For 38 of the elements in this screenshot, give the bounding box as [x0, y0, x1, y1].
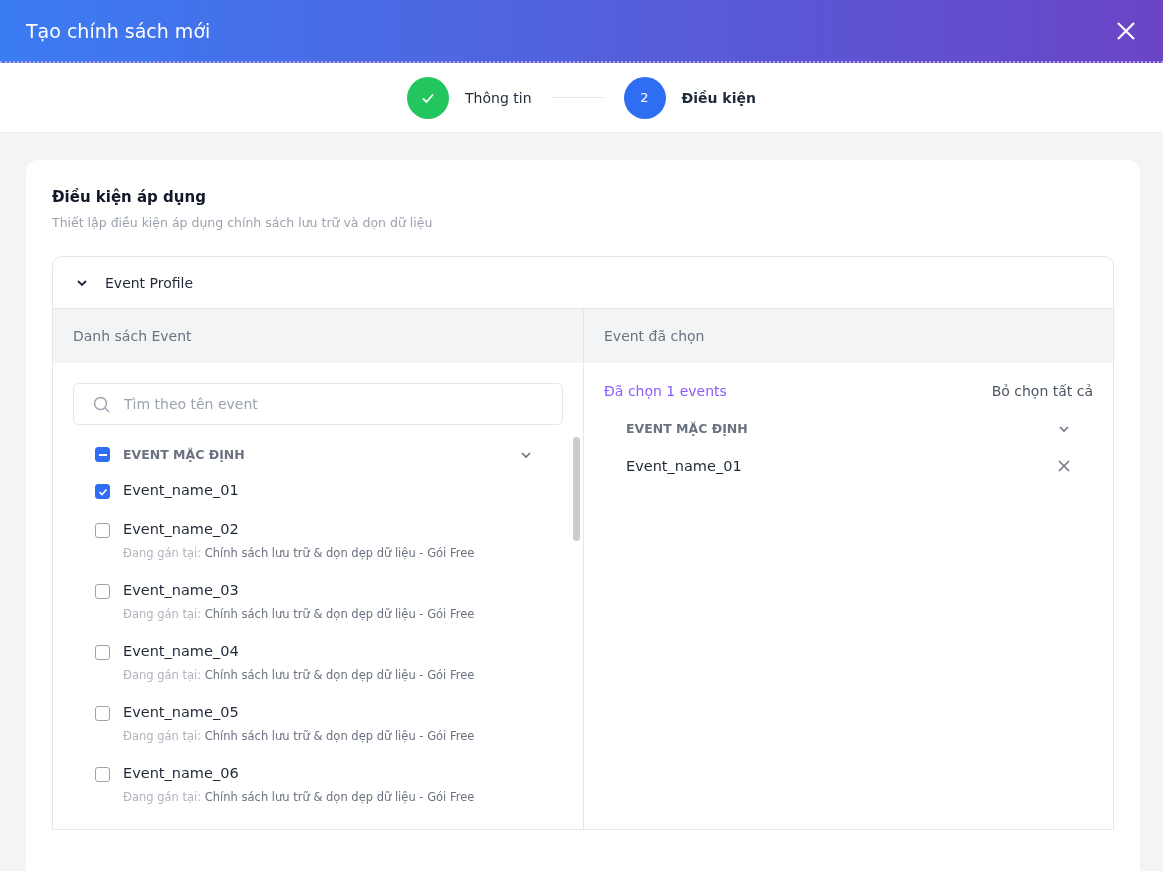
checkbox[interactable] [95, 523, 110, 538]
search-field[interactable]: Tìm theo tên event [73, 383, 563, 425]
group-label: EVENT MẶC ĐỊNH [123, 447, 246, 462]
minus-icon [98, 453, 107, 456]
remove-icon[interactable] [1057, 459, 1071, 473]
assigned-policy-text: Đang gán tại: Chính sách lưu trữ & dọn dẹp dữ liệu - Gói Free [123, 607, 475, 621]
search-icon [93, 396, 110, 413]
event-name: Event_name_01 [626, 458, 742, 474]
scrollbar-thumb[interactable] [573, 437, 580, 541]
checkbox[interactable] [95, 645, 110, 660]
assigned-policy-text: Đang gán tại: Chính sách lưu trữ & dọn dẹp dữ liệu - Gói Free [123, 546, 475, 560]
column-header: Danh sách Event [53, 309, 583, 363]
checkbox[interactable] [95, 706, 110, 721]
checkbox[interactable] [95, 484, 110, 499]
group-label: EVENT MẶC ĐỊNH [626, 421, 749, 436]
checkbox[interactable] [95, 584, 110, 599]
assigned-policy-text: Đang gán tại: Chính sách lưu trữ & dọn dẹp dữ liệu - Gói Free [123, 790, 475, 804]
selected-count: Đã chọn 1 events [604, 383, 727, 399]
event-name: Event_name_05 [123, 704, 240, 720]
close-button[interactable] [1115, 19, 1137, 42]
event-name: Event_name_06 [123, 765, 240, 781]
checkbox[interactable] [95, 767, 110, 782]
assigned-policy-text: Đang gán tại: Chính sách lưu trữ & dọn dẹp dữ liệu - Gói Free [123, 668, 475, 682]
column-header: Event đã chọn [584, 309, 1113, 363]
step-indicator: 2 [623, 76, 666, 119]
group-checkbox[interactable] [95, 447, 110, 462]
event-name: Event_name_01 [123, 482, 239, 498]
dialog-title: Tạo chính sách mới [26, 19, 211, 42]
event-name: Event_name_03 [123, 582, 240, 598]
event-name: Event_name_04 [123, 643, 240, 659]
section-subtitle: Thiết lập điều kiện áp dụng chính sách lưu trữ và dọn dữ liệu [52, 215, 434, 230]
step-label: Điều kiện [681, 89, 756, 106]
step-label: Thông tin [465, 89, 532, 106]
clear-all-link[interactable]: Bỏ chọn tất cả [991, 383, 1093, 399]
check-icon [97, 486, 108, 497]
section-title: Điều kiện áp dụng [52, 188, 207, 206]
assigned-policy-text: Đang gán tại: Chính sách lưu trữ & dọn dẹp dữ liệu - Gói Free [123, 729, 475, 743]
event-name: Event_name_02 [123, 521, 240, 537]
